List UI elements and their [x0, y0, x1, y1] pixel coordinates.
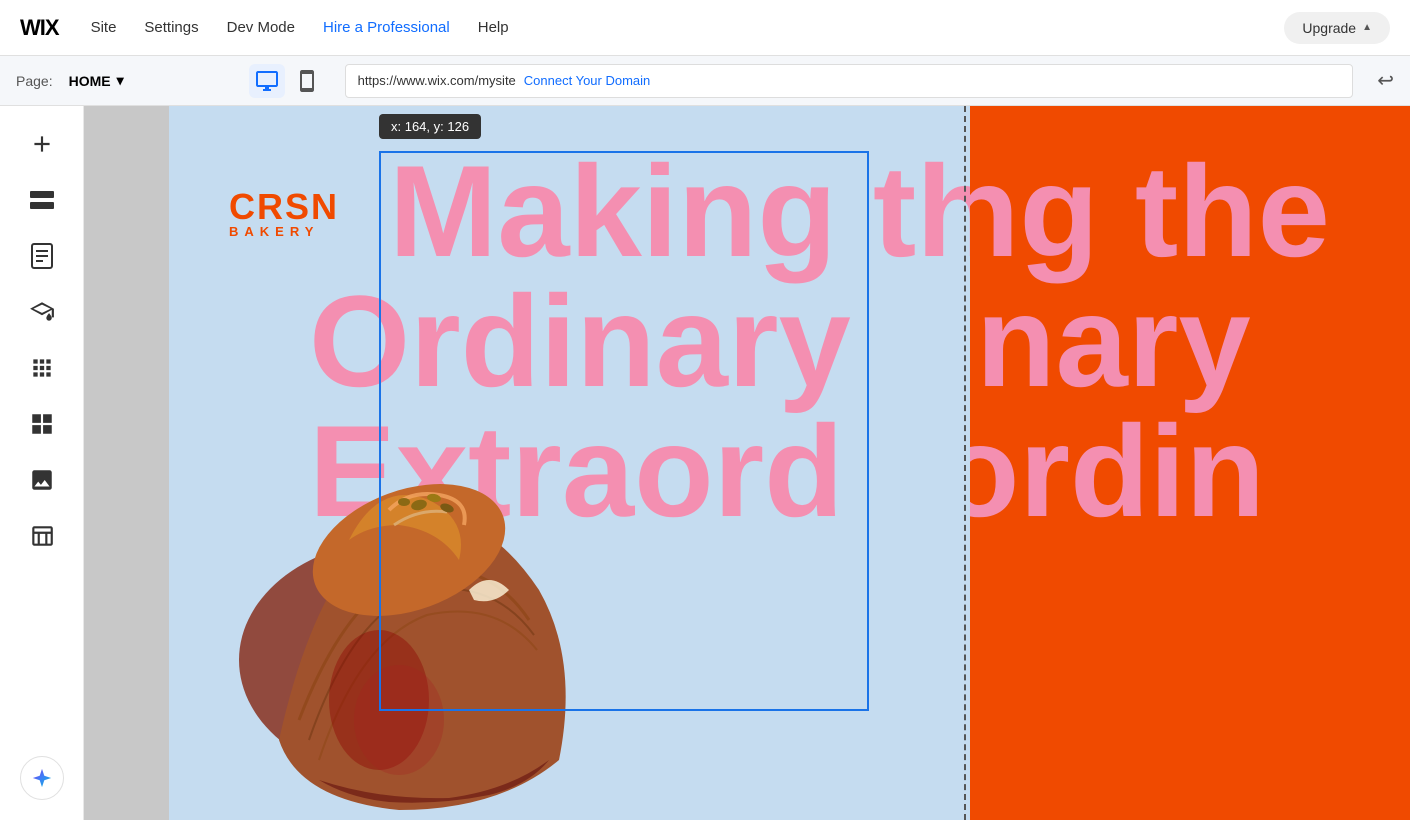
nav-site[interactable]: Site — [91, 19, 117, 36]
top-navigation: WIX Site Settings Dev Mode Hire a Profes… — [0, 0, 1410, 56]
hero-text-right: ng the inary ordin — [970, 146, 1330, 536]
back-button[interactable]: ↩ — [1377, 68, 1394, 93]
apps-icon — [29, 355, 55, 381]
url-bar[interactable]: https://www.wix.com/mysite Connect Your … — [345, 64, 1354, 98]
device-icons — [249, 64, 325, 98]
nav-hirepro[interactable]: Hire a Professional — [323, 19, 450, 36]
sidebar-sections[interactable] — [16, 174, 68, 226]
mobile-view-button[interactable] — [289, 64, 325, 98]
nav-links: Site Settings Dev Mode Hire a Profession… — [91, 19, 1253, 36]
nav-settings[interactable]: Settings — [144, 19, 198, 36]
main-area: CRSN BAKERY Making the Ordinary Extraord — [0, 106, 1410, 820]
nav-help[interactable]: Help — [478, 19, 509, 36]
upgrade-label: Upgrade — [1302, 20, 1356, 36]
sidebar-pages[interactable] — [16, 230, 68, 282]
page-label: Page: — [16, 73, 53, 89]
site-left-section: CRSN BAKERY Making the Ordinary Extraord — [169, 106, 970, 820]
upgrade-button[interactable]: Upgrade ▲ — [1284, 12, 1390, 44]
connect-domain-link[interactable]: Connect Your Domain — [524, 73, 650, 88]
nav-devmode[interactable]: Dev Mode — [227, 19, 295, 36]
sidebar-apps[interactable] — [16, 342, 68, 394]
left-sidebar — [0, 106, 84, 820]
wix-logo: WIX — [20, 15, 59, 41]
sidebar-design[interactable] — [16, 286, 68, 338]
sidebar-media[interactable] — [16, 454, 68, 506]
croissant-image — [199, 240, 619, 820]
page-name: HOME — [69, 73, 111, 89]
sections-icon — [29, 190, 55, 210]
page-dropdown-icon: ▾ — [117, 72, 124, 89]
address-bar-row: Page: HOME ▾ https://www.wix.com/mysite … — [0, 56, 1410, 106]
plus-icon — [29, 131, 55, 157]
ai-star-icon — [31, 767, 53, 789]
site-preview: CRSN BAKERY Making the Ordinary Extraord — [169, 106, 1410, 820]
bakery-name: CRSN — [229, 186, 339, 228]
design-icon — [29, 299, 55, 325]
chevron-up-icon: ▲ — [1362, 22, 1372, 33]
widgets-icon — [29, 411, 55, 437]
sidebar-widgets[interactable] — [16, 398, 68, 450]
media-icon — [29, 467, 55, 493]
mobile-icon — [295, 69, 319, 93]
canvas-area[interactable]: CRSN BAKERY Making the Ordinary Extraord — [84, 106, 1410, 820]
url-text: https://www.wix.com/mysite — [358, 73, 516, 88]
sidebar-data[interactable] — [16, 510, 68, 562]
desktop-view-button[interactable] — [249, 64, 285, 98]
sidebar-add-elements[interactable] — [16, 118, 68, 170]
data-icon — [29, 523, 55, 549]
pages-icon — [31, 243, 53, 269]
ai-assistant-button[interactable] — [20, 756, 64, 800]
page-selector[interactable]: HOME ▾ — [69, 72, 229, 89]
desktop-icon — [255, 69, 279, 93]
site-right-section: ng the inary ordin — [970, 106, 1410, 820]
bakery-logo: CRSN BAKERY — [229, 186, 339, 239]
